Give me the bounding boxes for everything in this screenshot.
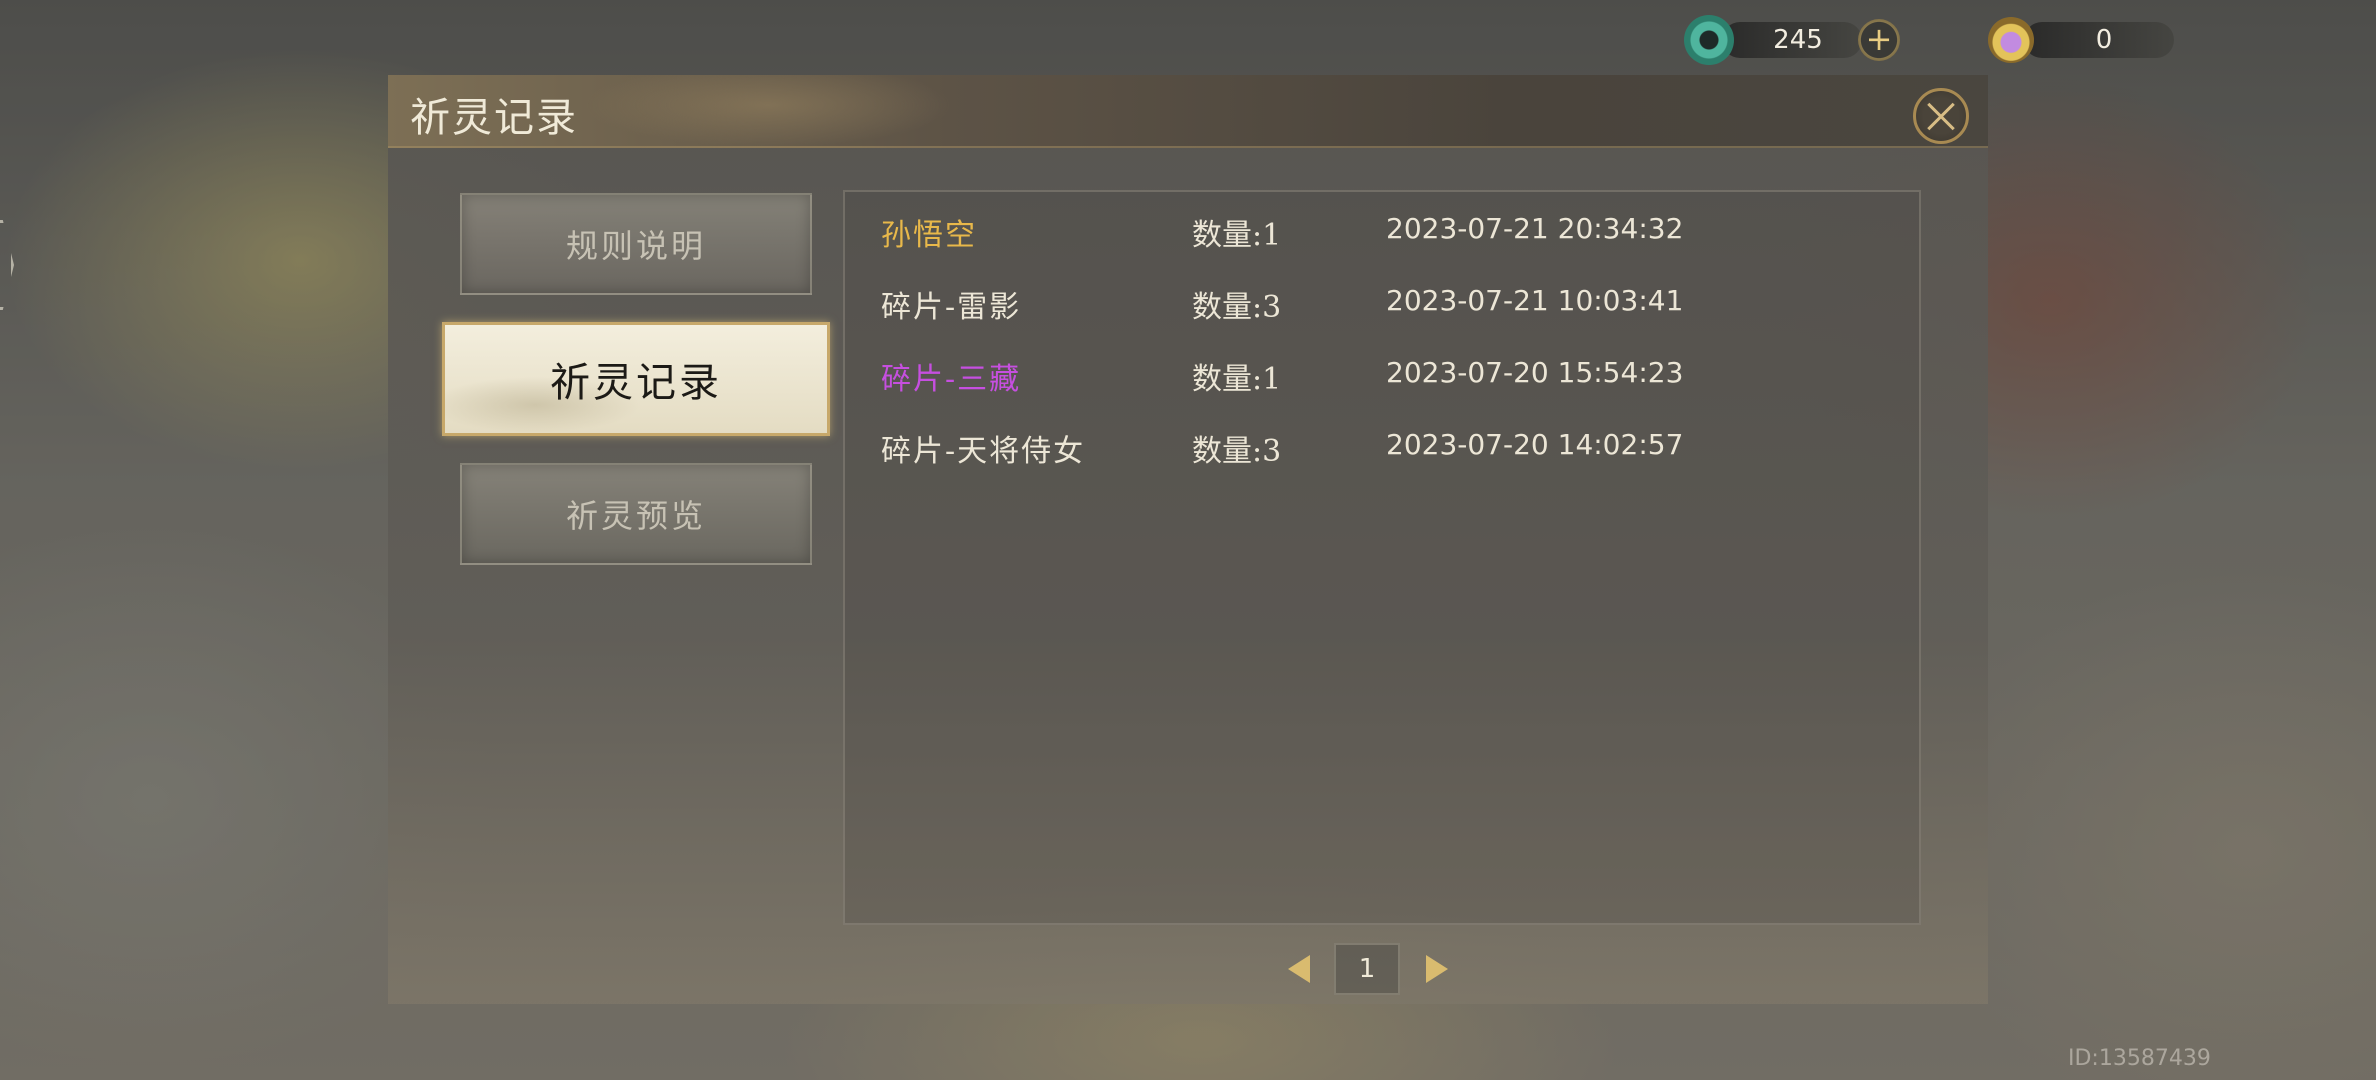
page-number: 1 bbox=[1334, 943, 1400, 995]
record-time: 2023-07-21 10:03:41 bbox=[1386, 284, 1684, 317]
record-time: 2023-07-20 15:54:23 bbox=[1386, 356, 1684, 389]
list-item: 孙悟空 数量:1 2023-07-21 20:34:32 bbox=[845, 192, 1919, 264]
record-list: 孙悟空 数量:1 2023-07-21 20:34:32 碎片-雷影 数量:3 … bbox=[843, 190, 1921, 925]
lotus-amount: 0 bbox=[2024, 22, 2174, 58]
previous-page-icon[interactable] bbox=[1288, 955, 1310, 983]
lotus-orb-icon bbox=[1988, 17, 2034, 63]
record-name: 碎片-天将侍女 bbox=[881, 434, 1086, 469]
record-quantity: 数量:3 bbox=[1192, 290, 1282, 325]
jade-amount: 245 bbox=[1722, 22, 1862, 58]
tab-preview[interactable]: 祈灵预览 bbox=[460, 463, 812, 565]
next-page-icon[interactable] bbox=[1426, 955, 1448, 983]
tab-rules[interactable]: 规则说明 bbox=[460, 193, 812, 295]
close-icon[interactable] bbox=[1913, 88, 1969, 144]
record-time: 2023-07-21 20:34:32 bbox=[1386, 212, 1684, 245]
dialog-title: 祈灵记录 bbox=[410, 95, 578, 141]
user-id: ID:13587439 bbox=[2068, 1046, 2211, 1071]
list-item: 碎片-天将侍女 数量:3 2023-07-20 14:02:57 bbox=[845, 408, 1919, 480]
list-item: 碎片-雷影 数量:3 2023-07-21 10:03:41 bbox=[845, 264, 1919, 336]
lotus-currency: 0 bbox=[1988, 17, 2188, 63]
record-quantity: 数量:3 bbox=[1192, 434, 1282, 469]
tab-records[interactable]: 祈灵记录 bbox=[442, 322, 830, 436]
record-name: 孙悟空 bbox=[881, 218, 977, 253]
dialog-header: 祈灵记录 bbox=[388, 75, 1988, 148]
record-quantity: 数量:1 bbox=[1192, 362, 1282, 397]
add-jade-button[interactable]: + bbox=[1858, 19, 1900, 61]
record-name: 碎片-雷影 bbox=[881, 290, 1022, 325]
jade-ring-icon bbox=[1684, 15, 1734, 65]
prayer-record-dialog: 祈灵记录 规则说明 祈灵记录 祈灵预览 孙悟空 数量:1 2023-07-21 … bbox=[388, 75, 1988, 1004]
list-item: 碎片-三藏 数量:1 2023-07-20 15:54:23 bbox=[845, 336, 1919, 408]
record-name: 碎片-三藏 bbox=[881, 362, 1022, 397]
jade-currency: 245 + bbox=[1684, 15, 1914, 65]
record-time: 2023-07-20 14:02:57 bbox=[1386, 428, 1684, 461]
record-quantity: 数量:1 bbox=[1192, 218, 1282, 253]
